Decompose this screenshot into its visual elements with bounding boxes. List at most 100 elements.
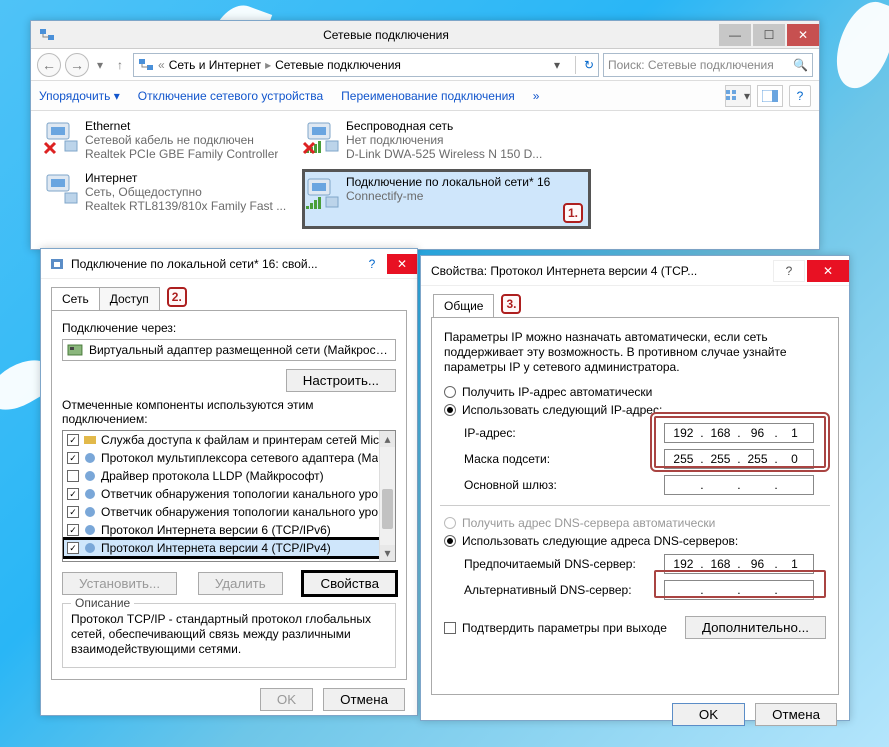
properties-button[interactable]: Свойства xyxy=(303,572,396,595)
close-button[interactable]: ✕ xyxy=(787,24,819,46)
cancel-button[interactable]: Отмена xyxy=(755,703,837,726)
radio-auto-dns[interactable]: Получить адрес DNS-сервера автоматически xyxy=(444,516,826,530)
window-title: Свойства: Протокол Интернета версии 4 (T… xyxy=(421,264,773,278)
protocol-icon xyxy=(83,541,97,555)
checkbox[interactable] xyxy=(67,434,79,446)
refresh-icon[interactable]: ↻ xyxy=(584,58,594,72)
breadcrumb-dropdown[interactable]: ▾ xyxy=(554,58,565,72)
gateway-input[interactable]: ... xyxy=(664,475,814,495)
checkbox[interactable] xyxy=(67,542,79,554)
protocol-icon xyxy=(83,451,97,465)
connection-item-internet[interactable]: Интернет Сеть, Общедоступно Realtek RTL8… xyxy=(43,171,288,215)
checkbox[interactable] xyxy=(67,506,79,518)
breadcrumb-item[interactable]: Сеть и Интернет xyxy=(169,58,261,72)
list-item-tcpipv4[interactable]: Протокол Интернета версии 4 (TCP/IPv4) xyxy=(63,539,395,557)
help-button[interactable]: ? xyxy=(773,260,805,282)
subnet-mask-input[interactable]: 255.255.255.0 xyxy=(664,449,814,469)
configure-button[interactable]: Настроить... xyxy=(286,369,396,392)
view-icons-button[interactable]: ▾ xyxy=(725,85,751,107)
protocol-icon xyxy=(83,505,97,519)
tab-access[interactable]: Доступ xyxy=(99,287,160,310)
ipv4-properties-window: Свойства: Протокол Интернета версии 4 (T… xyxy=(420,255,850,721)
radio-icon xyxy=(444,386,456,398)
titlebar[interactable]: Свойства: Протокол Интернета версии 4 (T… xyxy=(421,256,849,286)
connect-using-label: Подключение через: xyxy=(62,321,396,335)
subnet-mask-label: Маска подсети: xyxy=(464,452,664,466)
nav-toolbar: ← → ▾ ↑ « Сеть и Интернет ▸ Сетевые подк… xyxy=(31,49,819,81)
organize-menu[interactable]: Упорядочить xyxy=(39,89,120,103)
adapter-properties-window: Подключение по локальной сети* 16: свой.… xyxy=(40,248,418,716)
scrollbar[interactable]: ▴ ▾ xyxy=(379,431,395,561)
radio-icon xyxy=(444,535,456,547)
list-item[interactable]: Драйвер протокола LLDP (Майкрософт) xyxy=(63,467,395,485)
list-item[interactable]: Протокол мультиплексора сетевого адаптер… xyxy=(63,449,395,467)
dialog-buttons: OK Отмена xyxy=(421,695,849,734)
checkbox[interactable] xyxy=(67,488,79,500)
window-title: Сетевые подключения xyxy=(55,28,717,42)
checkbox[interactable] xyxy=(67,524,79,536)
radio-auto-ip[interactable]: Получить IP-адрес автоматически xyxy=(444,385,826,399)
titlebar[interactable]: Сетевые подключения — ☐ ✕ xyxy=(31,21,819,49)
command-bar: Упорядочить Отключение сетевого устройст… xyxy=(31,81,819,111)
preview-pane-button[interactable] xyxy=(757,85,783,107)
connection-name: Подключение по локальной сети* 16 xyxy=(346,175,550,189)
advanced-button[interactable]: Дополнительно... xyxy=(685,616,826,639)
scroll-down-icon[interactable]: ▾ xyxy=(380,545,395,561)
checkbox[interactable] xyxy=(67,452,79,464)
close-button[interactable]: ✕ xyxy=(807,260,849,282)
network-connections-window: Сетевые подключения — ☐ ✕ ← → ▾ ↑ « Сеть… xyxy=(30,20,820,250)
install-button[interactable]: Установить... xyxy=(62,572,177,595)
maximize-button[interactable]: ☐ xyxy=(753,24,785,46)
scroll-up-icon[interactable]: ▴ xyxy=(380,431,395,447)
minimize-button[interactable]: — xyxy=(719,24,751,46)
help-button[interactable]: ? xyxy=(361,254,383,274)
list-item[interactable]: Ответчик обнаружения топологии канальног… xyxy=(63,485,395,503)
ok-button[interactable]: OK xyxy=(260,688,313,711)
up-button[interactable]: ↑ xyxy=(111,56,129,74)
radio-use-ip[interactable]: Использовать следующий IP-адрес: xyxy=(444,403,826,417)
alternate-dns-input[interactable]: ... xyxy=(664,580,814,600)
validate-on-exit-checkbox[interactable]: Подтвердить параметры при выходе Дополни… xyxy=(444,616,826,639)
tab-general[interactable]: Общие xyxy=(433,294,494,317)
adapter-name: Виртуальный адаптер размещенной сети (Ма… xyxy=(89,343,391,357)
forward-button[interactable]: → xyxy=(65,53,89,77)
connection-status: Сетевой кабель не подключен xyxy=(85,133,278,147)
ok-button[interactable]: OK xyxy=(672,703,745,726)
rename-connection-cmd[interactable]: Переименование подключения xyxy=(341,89,515,103)
more-cmd[interactable]: » xyxy=(533,89,540,103)
tab-network[interactable]: Сеть xyxy=(51,287,100,310)
list-item[interactable]: Протокол Интернета версии 6 (TCP/IPv6) xyxy=(63,521,395,539)
alternate-dns-label: Альтернативный DNS-сервер: xyxy=(464,583,664,597)
components-listbox[interactable]: Служба доступа к файлам и принтерам сете… xyxy=(62,430,396,562)
ip-address-input[interactable]: 192.168.96.1 xyxy=(664,423,814,443)
scroll-thumb[interactable] xyxy=(382,489,393,529)
preferred-dns-input[interactable]: 192.168.96.1 xyxy=(664,554,814,574)
connection-name: Интернет xyxy=(85,171,286,185)
breadcrumb-item[interactable]: Сетевые подключения xyxy=(275,58,401,72)
cancel-button[interactable]: Отмена xyxy=(323,688,405,711)
list-item[interactable]: Ответчик обнаружения топологии канальног… xyxy=(63,503,395,521)
history-dropdown[interactable]: ▾ xyxy=(93,58,107,72)
checkbox[interactable] xyxy=(444,622,456,634)
connection-item-local-16[interactable]: Подключение по локальной сети* 16 Connec… xyxy=(304,171,589,227)
gateway-label: Основной шлюз: xyxy=(464,478,664,492)
close-button[interactable]: ✕ xyxy=(387,254,417,274)
radio-use-dns[interactable]: Использовать следующие адреса DNS-сервер… xyxy=(444,534,826,548)
network-icon xyxy=(138,57,154,73)
description-label: Описание xyxy=(71,596,134,610)
disable-device-cmd[interactable]: Отключение сетевого устройства xyxy=(138,89,323,103)
titlebar[interactable]: Подключение по локальной сети* 16: свой.… xyxy=(41,249,417,279)
list-item[interactable]: Служба доступа к файлам и принтерам сете… xyxy=(63,431,395,449)
help-button[interactable]: ? xyxy=(789,85,811,107)
uninstall-button[interactable]: Удалить xyxy=(198,572,283,595)
connection-item-ethernet[interactable]: Ethernet Сетевой кабель не подключен Rea… xyxy=(43,119,288,163)
back-button[interactable]: ← xyxy=(37,53,61,77)
breadcrumb[interactable]: « Сеть и Интернет ▸ Сетевые подключения … xyxy=(133,53,599,77)
components-label: Отмеченные компоненты используются этим … xyxy=(62,398,396,426)
connection-device: Realtek PCIe GBE Family Controller xyxy=(85,147,278,161)
protocol-icon xyxy=(83,469,97,483)
search-input[interactable]: Поиск: Сетевые подключения 🔍 xyxy=(603,53,813,77)
adapter-combobox[interactable]: Виртуальный адаптер размещенной сети (Ма… xyxy=(62,339,396,361)
checkbox[interactable] xyxy=(67,470,79,482)
connection-item-wifi[interactable]: Беспроводная сеть Нет подключения D-Link… xyxy=(304,119,549,163)
